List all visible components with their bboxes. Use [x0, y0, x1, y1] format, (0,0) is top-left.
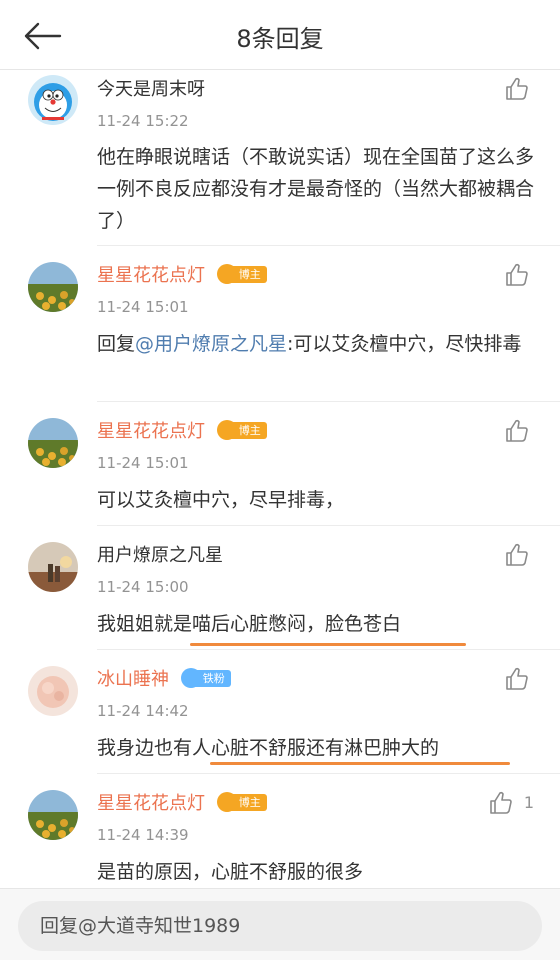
avatar[interactable] [28, 75, 78, 125]
avatar[interactable] [28, 542, 78, 592]
comment-item: 星星花花点灯 博主 11-24 15:01 可以艾灸檀中穴，尽早排毒， [0, 402, 560, 526]
comment-text: 他在睁眼说瞎话（不敢说实话）现在全国苗了这么多一例不良反应都没有才是最奇怪的（当… [97, 146, 535, 232]
comment-item: 今天是周末呀 11-24 15:22 他在睁眼说瞎话（不敢说实话）现在全国苗了这… [0, 70, 560, 246]
fan-badge: 铁粉 [180, 668, 231, 688]
comment-text: 可以艾灸檀中穴，尽早排毒， [97, 489, 345, 511]
highlight-underline [210, 762, 510, 765]
avatar[interactable] [28, 418, 78, 468]
commenter-name[interactable]: 星星花花点灯 博主 [97, 792, 267, 816]
comment-text: 我姐姐就是喵后心脏憋闷，脸色苍白 [97, 613, 402, 635]
comment-text: 回复@用户燎原之凡星:可以艾灸檀中穴，尽快排毒 [97, 333, 522, 355]
reply-input[interactable] [18, 901, 542, 951]
comment-item: 冰山睡神 铁粉 11-24 14:42 我身边也有人心脏不舒服还有淋巴肿大的 [0, 650, 560, 774]
comment-text-first: 今天是周末呀 [97, 79, 205, 100]
highlight-underline [190, 643, 466, 646]
like-icon[interactable] [504, 76, 530, 102]
like-count: 1 [523, 793, 534, 812]
like-icon[interactable] [488, 790, 514, 816]
crown-icon [180, 668, 201, 688]
commenter-name[interactable]: 星星花花点灯 博主 [97, 264, 267, 288]
comment-time: 11-24 14:39 [97, 826, 189, 844]
crown-icon [216, 264, 237, 284]
blogger-badge: 博主 [216, 792, 267, 812]
blogger-badge: 博主 [216, 264, 267, 284]
comment-item: 星星花花点灯 博主 1 11-24 14:39 是苗的原因，心脏不舒服的很多 [0, 774, 560, 888]
mention-link[interactable]: @用户燎原之凡星 [135, 333, 287, 355]
commenter-name-text: 星星花花点灯 [97, 265, 205, 286]
comment-item: 用户燎原之凡星 11-24 15:00 我姐姐就是喵后心脏憋闷，脸色苍白 [0, 526, 560, 650]
comment-text: 是苗的原因，心脏不舒服的很多 [97, 861, 364, 883]
like-icon[interactable] [504, 262, 530, 288]
commenter-name-text: 冰山睡神 [97, 669, 169, 690]
header-bar: 8条回复 [0, 0, 560, 70]
like-icon[interactable] [504, 666, 530, 692]
comment-text: 我身边也有人心脏不舒服还有淋巴肿大的 [97, 737, 440, 759]
comment-time: 11-24 15:01 [97, 454, 189, 472]
comment-time: 11-24 15:01 [97, 298, 189, 316]
commenter-name-text: 星星花花点灯 [97, 421, 205, 442]
like-icon[interactable] [504, 418, 530, 444]
crown-icon [216, 420, 237, 440]
commenter-name[interactable]: 冰山睡神 铁粉 [97, 668, 231, 692]
page-title: 8条回复 [236, 25, 324, 53]
comment-time: 11-24 15:00 [97, 578, 189, 596]
avatar[interactable] [28, 790, 78, 840]
avatar[interactable] [28, 262, 78, 312]
reply-bar [0, 888, 560, 960]
blogger-badge: 博主 [216, 420, 267, 440]
commenter-name-text: 星星花花点灯 [97, 793, 205, 814]
crown-icon [216, 792, 237, 812]
commenter-name[interactable]: 星星花花点灯 博主 [97, 420, 267, 444]
comment-time: 11-24 14:42 [97, 702, 189, 720]
like-icon[interactable] [504, 542, 530, 568]
commenter-name[interactable]: 用户燎原之凡星 [97, 544, 223, 568]
comment-item: 星星花花点灯 博主 11-24 15:01 回复@用户燎原之凡星:可以艾灸檀中穴… [0, 246, 560, 402]
comment-time: 11-24 15:22 [97, 112, 189, 130]
avatar[interactable] [28, 666, 78, 716]
